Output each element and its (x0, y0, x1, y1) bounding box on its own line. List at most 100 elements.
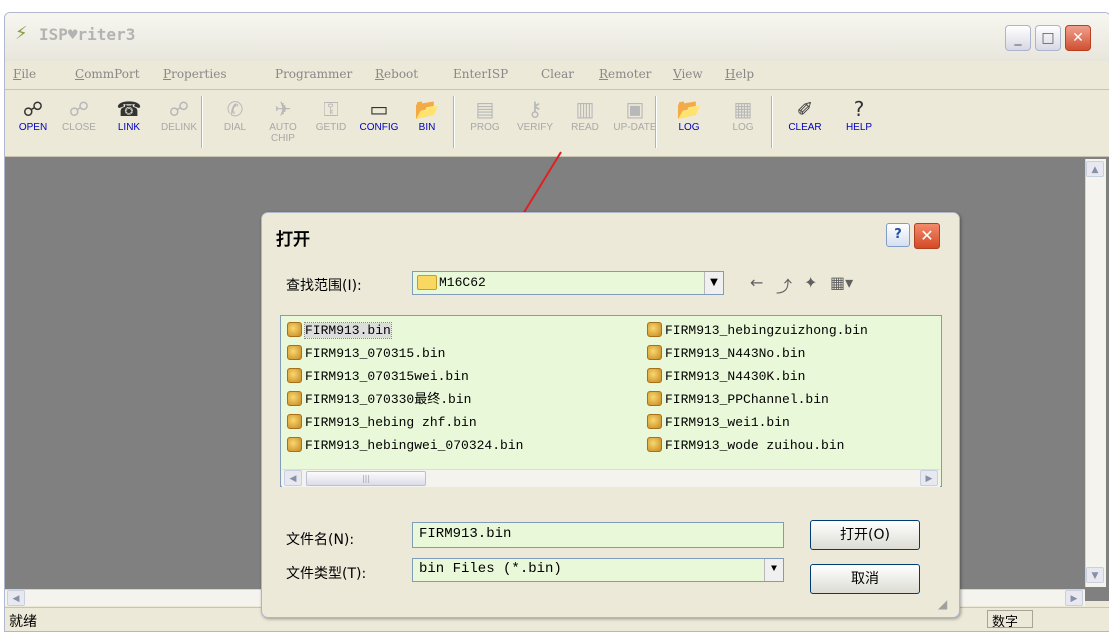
menu-view[interactable]: View (673, 67, 703, 81)
toolbar-open-button[interactable]: ☍ OPEN (9, 96, 57, 150)
dialog-title: 打开 (276, 230, 310, 250)
filename-input[interactable]: FIRM913.bin (412, 522, 784, 548)
title-bar[interactable]: ⚡ ISP♥riter3 _ □ ✕ (5, 13, 1109, 61)
new-folder-icon[interactable]: ✦ (804, 273, 817, 292)
toolbar-read-button: ▥ READ (561, 96, 609, 150)
toolbar-label: AUTO CHIP (269, 122, 297, 144)
file-item[interactable]: FIRM913_wei1.bin (647, 414, 790, 432)
file-item[interactable]: FIRM913_wode zuihou.bin (647, 437, 844, 455)
toolbar-clear-button[interactable]: ✐ CLEAR (781, 96, 829, 150)
update-icon: ▣ (625, 97, 645, 121)
bin-file-icon (647, 414, 662, 429)
toolbar-label: LOG (678, 122, 700, 133)
scroll-left-icon[interactable]: ◀ (284, 470, 302, 486)
toolbar-help-button[interactable]: ? HELP (835, 96, 883, 150)
bin-file-icon (287, 345, 302, 360)
menu-programmer[interactable]: Programmer (275, 67, 352, 81)
app-icon: ⚡ (15, 23, 28, 44)
file-item[interactable]: FIRM913_070315.bin (287, 345, 445, 363)
filename-label: 文件名(N): (286, 532, 355, 548)
file-item[interactable]: FIRM913_hebingzuizhong.bin (647, 322, 868, 340)
minimize-button[interactable]: _ (1005, 25, 1031, 51)
folder-icon (417, 275, 437, 290)
bin-file-icon (287, 322, 302, 337)
file-list[interactable]: FIRM913_wode zuihou.bin FIRM913_wei1.bin F… (280, 315, 942, 487)
menu-properties[interactable]: Properties (163, 67, 226, 81)
open-button[interactable]: 打开(O) (810, 520, 920, 550)
toolbar-separator (453, 96, 455, 148)
status-text: 就绪 (9, 614, 37, 630)
view-menu-icon[interactable]: ▦▾ (830, 273, 853, 292)
dial-icon: ✆ (226, 97, 244, 121)
toolbar-config-button[interactable]: ▭ CONFIG (355, 96, 403, 150)
bin-file-icon (647, 437, 662, 452)
toolbar-label: READ (571, 122, 599, 133)
file-list-scrollbar[interactable]: ◀ ||| ▶ (282, 469, 940, 487)
open-icon: ☍ (22, 97, 44, 121)
chevron-down-icon[interactable]: ▼ (704, 272, 723, 294)
scroll-right-icon[interactable]: ▶ (1065, 590, 1083, 606)
toolbar-separator (655, 96, 657, 148)
dialog-title-bar[interactable]: 打开 ? ✕ (262, 213, 959, 253)
file-item[interactable]: FIRM913_070315wei.bin (287, 368, 469, 386)
menu-bar: File CommPort Properties Programmer Reboot En… (5, 61, 1109, 87)
filetype-dropdown[interactable]: bin Files (*.bin) ▼ (412, 558, 784, 582)
file-item[interactable]: FIRM913_hebingwei_070324.bin (287, 437, 523, 455)
resize-grip-icon[interactable]: ◢ (938, 597, 947, 611)
toolbar-label: CLOSE (62, 122, 96, 133)
chevron-down-icon[interactable]: ▼ (764, 559, 783, 581)
status-num-indicator: 数字 (987, 610, 1033, 630)
file-item[interactable]: FIRM913_N443No.bin (647, 345, 805, 363)
toolbar-label: HELP (845, 122, 873, 133)
file-name: FIRM913_hebing zhf.bin (305, 415, 477, 430)
scroll-right-icon[interactable]: ▶ (920, 470, 938, 486)
toolbar-label: GETID (315, 122, 347, 133)
bin-file-icon (287, 437, 302, 452)
file-item[interactable]: FIRM913_N4430K.bin (647, 368, 805, 386)
toolbar-bin-button[interactable]: 📂 BIN (403, 96, 451, 150)
menu-enterisp[interactable]: EnterISP (453, 67, 508, 81)
bin-file-icon (287, 368, 302, 383)
scroll-thumb[interactable]: ||| (306, 471, 426, 486)
toolbar-log-button[interactable]: 📂 LOG (665, 96, 713, 150)
app-title: ISP♥riter3 (39, 25, 136, 44)
window-close-button[interactable]: ✕ (1065, 25, 1091, 51)
up-folder-icon[interactable]: ⤴ (776, 273, 792, 297)
menu-clear[interactable]: Clear (541, 67, 574, 81)
bin-icon: 📂 (414, 97, 440, 121)
toolbar-auto-chip-button: ✈ AUTO CHIP (259, 96, 307, 150)
vertical-scrollbar[interactable]: ▲ ▼ (1085, 159, 1106, 587)
lookin-value: M16C62 (439, 275, 486, 290)
toolbar-log-button: ▦ LOG (719, 96, 767, 150)
file-name: FIRM913_hebingzuizhong.bin (665, 323, 868, 338)
lookin-dropdown[interactable]: M16C62 ▼ (412, 271, 724, 295)
toolbar-link-button[interactable]: ☎ LINK (105, 96, 153, 150)
toolbar-verify-button: ⚷ VERIFY (511, 96, 559, 150)
scroll-down-icon[interactable]: ▼ (1086, 567, 1104, 583)
toolbar: ☍ OPEN ☍ CLOSE ☎ LINK ☍ DELINK ✆ DIAL ✈ AUTO CHIP ⚿ G… (5, 89, 1109, 157)
file-item[interactable]: FIRM913_PPChannel.bin (647, 391, 829, 409)
scroll-up-icon[interactable]: ▲ (1086, 161, 1104, 177)
bin-file-icon (287, 414, 302, 429)
bin-file-icon (647, 391, 662, 406)
file-item[interactable]: FIRM913_070330最终.bin (287, 391, 471, 409)
toolbar-label: OPEN (18, 122, 48, 133)
file-item[interactable]: FIRM913.bin (287, 322, 392, 340)
menu-commport[interactable]: CommPort (75, 67, 140, 81)
dialog-close-button[interactable]: ✕ (914, 223, 940, 249)
dialog-help-button[interactable]: ? (886, 223, 910, 247)
cancel-button[interactable]: 取消 (810, 564, 920, 594)
menu-help[interactable]: Help (725, 67, 754, 81)
file-name: FIRM913_N443No.bin (665, 346, 806, 361)
file-item[interactable]: FIRM913_hebing zhf.bin (287, 414, 477, 432)
scroll-left-icon[interactable]: ◀ (7, 590, 25, 606)
maximize-button[interactable]: □ (1035, 25, 1061, 51)
filetype-label: 文件类型(T): (286, 566, 367, 582)
back-icon[interactable]: ← (750, 273, 763, 292)
toolbar-label: DIAL (223, 122, 247, 133)
menu-file[interactable]: File (13, 67, 36, 81)
menu-remoter[interactable]: Remoter (599, 67, 651, 81)
toolbar-getid-button: ⚿ GETID (307, 96, 355, 150)
toolbar-label: CONFIG (359, 122, 399, 133)
menu-reboot[interactable]: Reboot (375, 67, 418, 81)
